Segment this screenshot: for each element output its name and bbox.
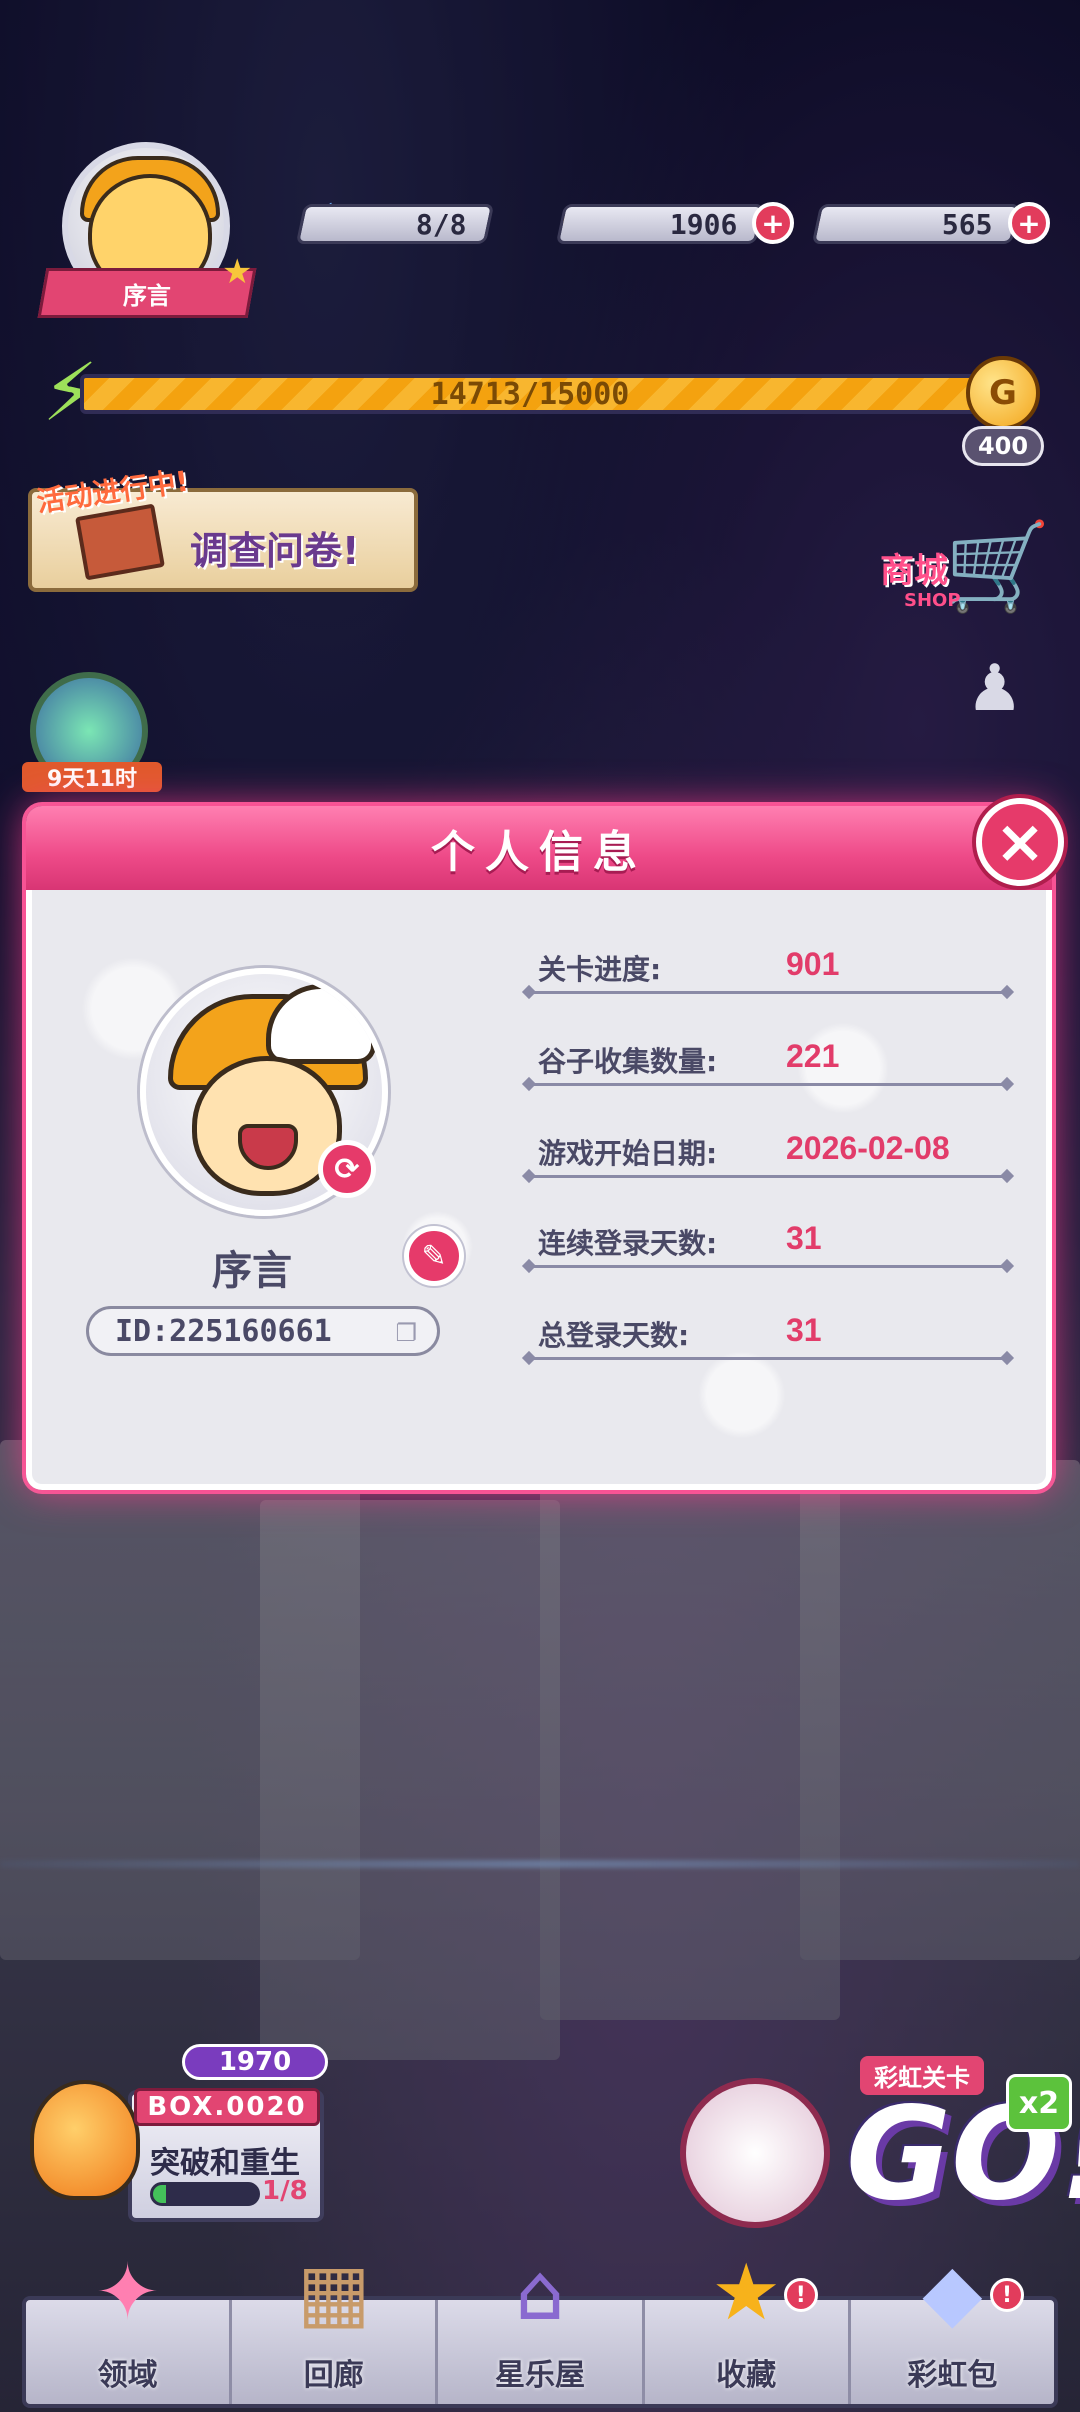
add-gems-button[interactable]: +	[1008, 202, 1050, 244]
stat-row-collection-count: 谷子收集数量: 221	[526, 1038, 1010, 1086]
copy-icon[interactable]: ❐	[395, 1319, 417, 1347]
notification-badge: !	[990, 2278, 1025, 2312]
player-name: 序言	[212, 1248, 292, 1294]
multiplier-badge: x2	[1006, 2074, 1072, 2132]
add-coins-button[interactable]: +	[752, 202, 794, 244]
gem-counter: 565	[811, 204, 1021, 244]
chess-piece-icon[interactable]: ♟	[966, 652, 1023, 726]
change-avatar-button[interactable]: ⟳	[318, 1140, 376, 1198]
nav-domain[interactable]: ✦ 领域	[26, 2248, 233, 2404]
book-icon	[75, 503, 165, 581]
refresh-icon: ⟳	[334, 1151, 360, 1187]
event-title: 调查问卷!	[190, 529, 360, 573]
domain-icon: ✦	[94, 2248, 161, 2338]
nav-collection[interactable]: ★ ! 收藏	[645, 2248, 851, 2404]
player-name-small: 序言	[123, 281, 171, 310]
shop-button[interactable]: 商城 SHOP	[880, 512, 1040, 622]
timed-event-countdown: 9天11时	[22, 762, 162, 792]
coin-counter: 1906	[555, 204, 765, 244]
box-progress-bar	[150, 2182, 260, 2206]
box-tag: BOX.0020	[134, 2088, 320, 2126]
modal-header: 个人信息	[26, 806, 1052, 890]
edit-name-button[interactable]: ✎	[404, 1226, 464, 1286]
box-character	[30, 2080, 140, 2200]
rainbow-level-label: 彩虹关卡	[860, 2056, 984, 2095]
close-icon: ×	[994, 807, 1046, 877]
experience-bar: 14713/15000	[80, 374, 980, 414]
go-character	[680, 2078, 830, 2228]
box-gem-counter: 1970	[182, 2044, 328, 2080]
stat-row-start-date: 游戏开始日期: 2026-02-08	[526, 1130, 1010, 1178]
bottom-nav: ✦ 领域 ▦ 回廊 ⌂ 星乐屋 ★ ! 收藏 ◆ ! 彩虹包	[22, 2248, 1058, 2408]
star-icon: ★	[711, 2248, 782, 2338]
reward-coin-icon[interactable]: G	[966, 356, 1040, 430]
nav-gallery[interactable]: ▦ 回廊	[232, 2248, 439, 2404]
stat-row-level-progress: 关卡进度: 901	[526, 946, 1010, 994]
modal-body: ⟳ 序言 ✎ ID:225160661 ❐ 关卡进度: 901 谷子收集数量: …	[26, 890, 1052, 1490]
gallery-icon: ▦	[296, 2248, 371, 2338]
player-id-field[interactable]: ID:225160661 ❐	[86, 1306, 440, 1356]
house-icon: ⌂	[515, 2248, 565, 2338]
box-progress-count: 1/8	[262, 2176, 308, 2206]
rainbow-level-go-button[interactable]: GO! 彩虹关卡 x2	[660, 2050, 1080, 2230]
modal-title: 个人信息	[431, 827, 647, 878]
reward-coin-count: 400	[962, 426, 1044, 466]
close-button[interactable]: ×	[976, 798, 1064, 886]
notification-badge: !	[783, 2278, 818, 2312]
energy-counter: 8/8	[295, 204, 495, 244]
stat-row-consecutive-login: 连续登录天数: 31	[526, 1220, 1010, 1268]
stat-row-total-login: 总登录天数: 31	[526, 1312, 1010, 1360]
pencil-icon: ✎	[421, 1238, 447, 1274]
star-icon: ★	[222, 252, 253, 292]
profile-modal: 个人信息 × ⟳ 序言 ✎ ID:225160661 ❐ 关卡进度: 901 谷…	[26, 798, 1064, 1490]
rainbow-pack-icon: ◆	[922, 2248, 983, 2338]
nav-house[interactable]: ⌂ 星乐屋	[438, 2248, 645, 2404]
nav-rainbow-pack[interactable]: ◆ ! 彩虹包	[851, 2248, 1054, 2404]
player-id: ID:225160661	[115, 1313, 332, 1349]
